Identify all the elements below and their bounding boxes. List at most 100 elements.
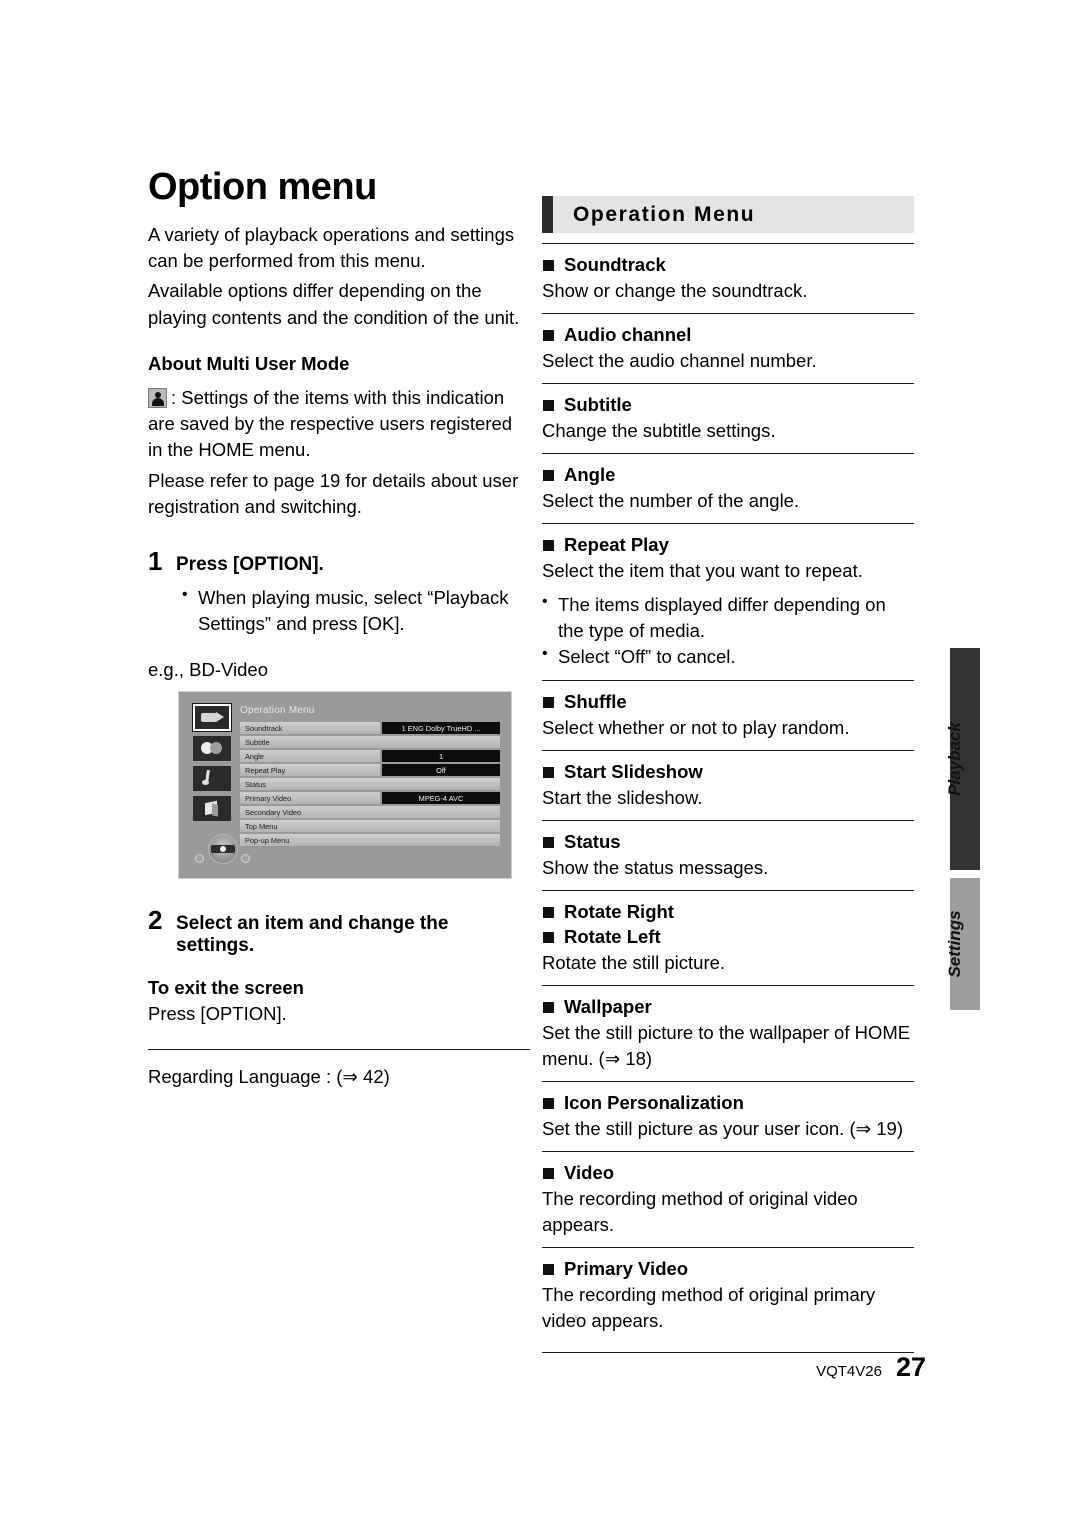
- entry-start-slideshow: Start Slideshow Start the slideshow.: [542, 750, 914, 820]
- side-tab-settings[interactable]: Settings: [932, 878, 980, 1010]
- dpad-left-button-icon: [195, 854, 204, 864]
- entry-subtitle: Subtitle Change the subtitle settings.: [542, 382, 914, 453]
- entry-repeat-play: Repeat Play Select the item that you wan…: [542, 522, 914, 681]
- entry-shuffle: Shuffle Select whether or not to play ra…: [542, 680, 914, 750]
- entry-icon-personalization: Icon Personalization Set the still pictu…: [542, 1080, 914, 1151]
- entry-title: Start Slideshow: [542, 760, 914, 784]
- list-item: When playing music, select “Playback Set…: [182, 584, 530, 637]
- page-number: 27: [895, 1352, 926, 1382]
- entry-title: Shuffle: [542, 690, 914, 714]
- tv-row-label: Pop-up Menu: [240, 833, 500, 847]
- entry-title: Soundtrack: [542, 253, 914, 277]
- step-2-number: 2: [148, 905, 163, 936]
- entry-desc: Change the subtitle settings.: [542, 419, 776, 441]
- exit-text: Press [OPTION].: [148, 1003, 287, 1025]
- list-item: The items displayed differ depending on …: [542, 591, 914, 644]
- tv-row-primary-video: Primary Video MPEG-4 AVC: [240, 791, 500, 805]
- entry-desc: Select the audio channel number.: [542, 349, 817, 371]
- tv-row-popup-menu: Pop-up Menu: [240, 833, 500, 847]
- dpad-right-button-icon: [241, 854, 250, 864]
- entry-title-alt: Rotate Left: [542, 925, 914, 949]
- step-2: 2 Select an item and change the settings…: [148, 905, 530, 957]
- step-1-text: Press [OPTION].: [176, 554, 324, 576]
- entry-angle: Angle Select the number of the angle.: [542, 452, 914, 523]
- tv-row-label: Angle: [240, 750, 380, 763]
- tv-row-soundtrack: Soundtrack 1 ENG Dolby TrueHD ...: [240, 722, 500, 735]
- entry-soundtrack: Soundtrack Show or change the soundtrack…: [542, 243, 914, 313]
- video-icon: [192, 703, 232, 733]
- entry-status: Status Show the status messages.: [542, 820, 914, 890]
- section-header-bar: [542, 196, 553, 233]
- tv-row-top-menu: Top Menu: [240, 819, 500, 833]
- tv-row-value: 1: [382, 750, 500, 763]
- right-column: Operation Menu Soundtrack Show or change…: [542, 196, 914, 1353]
- tv-row-label: Top Menu: [240, 819, 500, 833]
- side-tab-playback-label: Playback: [945, 722, 964, 796]
- entry-wallpaper: Wallpaper Set the still picture to the w…: [542, 985, 914, 1081]
- tv-row-value: MPEG-4 AVC: [382, 791, 500, 805]
- exit-heading: To exit the screen: [148, 977, 304, 999]
- entry-title: Audio channel: [542, 323, 914, 347]
- multi-user-paragraph-2: Please refer to page 19 for details abou…: [148, 469, 519, 518]
- entry-desc: Rotate the still picture.: [542, 952, 726, 974]
- step-1-bullets: When playing music, select “Playback Set…: [182, 584, 530, 637]
- entry-rotate: Rotate Right Rotate Left Rotate the stil…: [542, 890, 914, 985]
- tv-screenshot: Operation Menu Soundtrack 1 ENG Dolby Tr…: [178, 691, 512, 880]
- regarding-language: Regarding Language : (⇒ 42): [148, 1066, 390, 1088]
- tv-row-label: Subtitle: [240, 736, 500, 749]
- tv-row-label: Secondary Video: [240, 805, 500, 819]
- footer: VQT4V26 27: [816, 1352, 926, 1383]
- entry-desc: Set the still picture as your user icon.…: [542, 1118, 903, 1140]
- side-tab-settings-label: Settings: [945, 910, 964, 978]
- manual-page: Option menu A variety of playback operat…: [0, 0, 1080, 1526]
- intro-paragraph-2: Available options differ depending on th…: [148, 280, 520, 328]
- entry-title: Video: [542, 1161, 914, 1185]
- tv-row-status: Status: [240, 778, 500, 791]
- entry-desc: The recording method of original video a…: [542, 1187, 858, 1235]
- entry-title: Angle: [542, 463, 914, 487]
- tv-row-label: Status: [240, 778, 500, 791]
- entry-title: Repeat Play: [542, 533, 914, 557]
- tv-row-label: Soundtrack: [240, 722, 380, 735]
- side-tab-playback[interactable]: Playback: [932, 648, 980, 870]
- tv-icon-column: [192, 703, 232, 826]
- entry-title: Primary Video: [542, 1257, 914, 1281]
- entry-title: Icon Personalization: [542, 1091, 914, 1115]
- step-2-text: Select an item and change the settings.: [176, 913, 449, 957]
- divider: [148, 1049, 530, 1051]
- left-column: Option menu A variety of playback operat…: [148, 167, 530, 1095]
- section-header-title: Operation Menu: [573, 202, 756, 226]
- entry-desc: Show the status messages.: [542, 857, 769, 879]
- tv-menu-rows: Soundtrack 1 ENG Dolby TrueHD ... Subtit…: [240, 722, 500, 848]
- entry-desc: Set the still picture to the wallpaper o…: [542, 1022, 911, 1070]
- tv-row-subtitle: Subtitle: [240, 736, 500, 749]
- entry-primary-video: Primary Video The recording method of or…: [542, 1246, 914, 1343]
- tv-row-value: 1 ENG Dolby TrueHD ...: [382, 722, 500, 735]
- intro-paragraph-1: A variety of playback operations and set…: [148, 223, 515, 272]
- multi-user-heading: About Multi User Mode: [148, 352, 350, 374]
- tv-row-value: Off: [382, 764, 500, 777]
- list-item: Select “Off” to cancel.: [542, 643, 914, 670]
- multi-user-icon: [148, 387, 167, 408]
- section-header: Operation Menu: [542, 196, 914, 233]
- entry-audio-channel: Audio channel Select the audio channel n…: [542, 312, 914, 383]
- subtitle-icon: [193, 736, 231, 762]
- entry-title: Wallpaper: [542, 995, 914, 1019]
- tv-row-repeat-play: Repeat Play Off: [240, 764, 500, 777]
- entry-desc: The recording method of original primary…: [542, 1283, 876, 1331]
- audio-note-icon: [193, 766, 231, 792]
- entry-desc: Select the item that you want to repeat.: [542, 559, 863, 581]
- side-tabs: Playback Settings: [932, 648, 980, 1010]
- entry-desc: Show or change the soundtrack.: [542, 280, 808, 302]
- entry-title: Status: [542, 830, 914, 854]
- tv-row-label: Primary Video: [240, 791, 380, 805]
- entry-title: Subtitle: [542, 393, 914, 417]
- entry-video: Video The recording method of original v…: [542, 1150, 914, 1247]
- cube-3d-icon: [193, 796, 231, 822]
- step-1: 1 Press [OPTION].: [148, 546, 530, 577]
- tv-menu-title: Operation Menu: [240, 705, 315, 717]
- tv-row-secondary-video: Secondary Video: [240, 805, 500, 819]
- entry-desc: Select whether or not to play random.: [542, 717, 850, 739]
- multi-user-paragraph: : Settings of the items with this indica…: [148, 385, 530, 464]
- tv-row-angle: Angle 1: [240, 750, 500, 763]
